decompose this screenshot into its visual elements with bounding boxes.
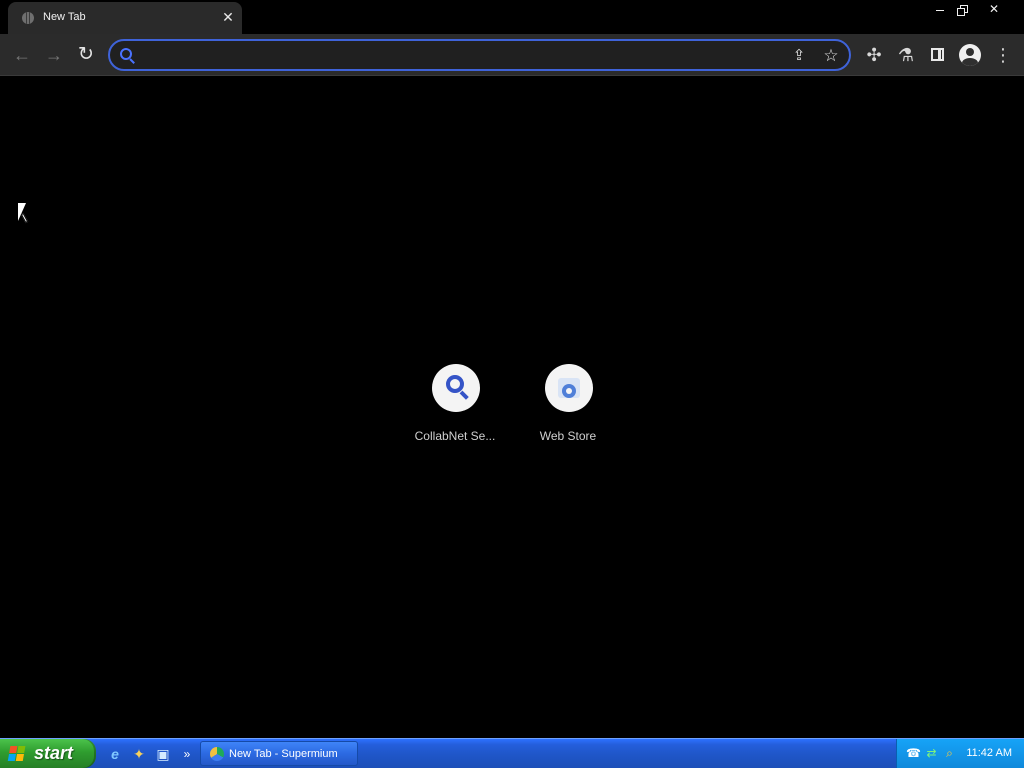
address-bar[interactable]: ⇪ ☆ <box>108 39 851 71</box>
windows-logo-blue-piece <box>7 754 17 761</box>
search-icon <box>446 375 466 395</box>
shortcut-icon-circle <box>432 364 480 412</box>
windows-taskbar: start e ✦ ▣ » New Tab - Supermium ☎ ⇄ ⌕ … <box>0 738 1024 768</box>
browser-toolbar: ← → ↻ ⇪ ☆ ✣ ⚗ ⋮ <box>0 34 1024 76</box>
reload-button[interactable]: ↻ <box>74 43 98 67</box>
taskbar-button-label: New Tab - Supermium <box>229 748 338 760</box>
system-clock[interactable]: 11:42 AM <box>966 746 1012 760</box>
browser-menu-button[interactable]: ⋮ <box>991 43 1015 67</box>
desktop-icon[interactable]: ▣ <box>154 745 172 763</box>
shortcut-label: CollabNet Se... <box>414 429 496 443</box>
internet-explorer-icon[interactable]: e <box>106 745 124 763</box>
browser-screen: New Tab ✕ ✕ ← → ↻ ⇪ ☆ ✣ ⚗ ⋮ CollabNet Se… <box>0 0 1024 768</box>
browser-titlebar: New Tab ✕ ✕ <box>0 0 1024 34</box>
side-panel-button[interactable] <box>926 43 950 67</box>
bookmark-button[interactable]: ☆ <box>819 44 843 68</box>
taskbar-button-new-tab-supermium[interactable]: New Tab - Supermium <box>200 741 358 766</box>
network-icon[interactable]: ⇄ <box>924 746 939 761</box>
minimize-window-button[interactable] <box>928 0 952 18</box>
side-panel-icon <box>931 48 944 61</box>
labs-button[interactable]: ⚗ <box>894 43 918 67</box>
minimize-icon <box>936 10 944 11</box>
media-player-icon[interactable]: ✦ <box>130 745 148 763</box>
back-button[interactable]: ← <box>10 43 34 67</box>
web-store-icon <box>558 378 580 398</box>
phone-icon[interactable]: ☎ <box>906 746 921 761</box>
shortcut-web-store[interactable]: Web Store <box>512 364 624 454</box>
windows-logo-green-piece <box>17 746 26 753</box>
tab-title: New Tab <box>43 11 86 23</box>
start-button[interactable]: start <box>0 739 96 768</box>
window-controls: ✕ <box>928 0 1012 20</box>
mouse-pointer-icon <box>18 203 26 221</box>
search-icon[interactable]: ⌕ <box>942 746 957 761</box>
search-icon <box>120 48 134 62</box>
close-window-button[interactable]: ✕ <box>976 0 1012 18</box>
restore-icon <box>957 5 968 16</box>
globe-icon <box>22 12 34 24</box>
profile-icon <box>959 44 981 66</box>
windows-logo-yellow-piece <box>15 754 24 761</box>
new-tab[interactable]: New Tab ✕ <box>8 2 242 34</box>
windows-logo-icon <box>7 746 27 762</box>
new-tab-page: CollabNet Se... Web Store <box>0 76 1024 738</box>
start-label: start <box>34 743 74 763</box>
share-button[interactable]: ⇪ <box>787 44 811 68</box>
shortcut-collabnet-search[interactable]: CollabNet Se... <box>399 364 511 454</box>
quick-launch-toolbar: e ✦ ▣ » <box>106 743 192 765</box>
address-input[interactable] <box>142 45 762 65</box>
quick-launch-more-button[interactable]: » <box>178 745 196 763</box>
extensions-button[interactable]: ✣ <box>862 43 886 67</box>
windows-logo-red-piece <box>9 746 18 753</box>
profile-button[interactable] <box>958 43 982 67</box>
shortcut-icon-circle <box>545 364 593 412</box>
forward-button[interactable]: → <box>42 43 66 67</box>
restore-window-button[interactable] <box>952 0 976 18</box>
browser-icon <box>210 747 224 761</box>
close-tab-button[interactable]: ✕ <box>220 9 236 25</box>
system-tray: ☎ ⇄ ⌕ 11:42 AM <box>896 739 1024 768</box>
shortcut-label: Web Store <box>539 429 597 443</box>
